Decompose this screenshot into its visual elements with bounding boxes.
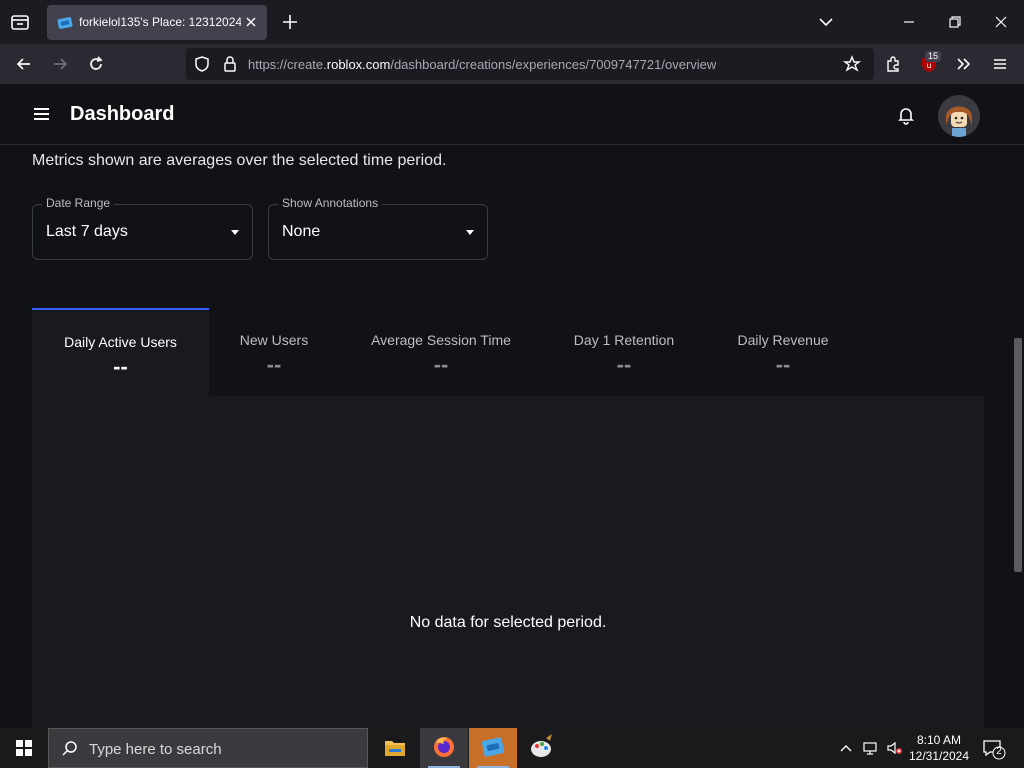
- tab-daily-revenue[interactable]: Daily Revenue --: [712, 308, 854, 396]
- url-prefix: https://create.: [248, 57, 327, 72]
- url-text: https://create.roblox.com/dashboard/crea…: [248, 57, 716, 72]
- minimize-icon[interactable]: [899, 12, 919, 32]
- tab-list-icon[interactable]: [8, 10, 32, 34]
- date-range-select[interactable]: Date Range Last 7 days: [32, 196, 253, 260]
- forward-arrow-icon[interactable]: [50, 54, 70, 74]
- caret-down-icon: [231, 230, 239, 235]
- lock-icon[interactable]: [220, 54, 240, 74]
- clock-date: 12/31/2024: [908, 749, 970, 763]
- roblox-studio-icon: [57, 15, 73, 31]
- menu-icon[interactable]: [990, 54, 1010, 74]
- notification-count: 2: [996, 746, 1002, 757]
- metric-name: Daily Active Users: [64, 334, 177, 350]
- extension-badge: 15: [925, 51, 942, 62]
- app-header: Dashboard: [0, 84, 1024, 145]
- tab-title: forkielol135's Place: 12312024_1: [79, 15, 241, 29]
- avatar[interactable]: [938, 95, 980, 137]
- address-bar[interactable]: https://create.roblox.com/dashboard/crea…: [186, 48, 874, 80]
- tab-day-1-retention[interactable]: Day 1 Retention --: [549, 308, 699, 396]
- annotations-select[interactable]: Show Annotations None: [268, 196, 488, 260]
- svg-text:u: u: [926, 61, 931, 70]
- chevron-down-icon[interactable]: [816, 12, 836, 32]
- os-taskbar: Type here to search 8:10 AM 12/31/2024 2: [0, 728, 1024, 768]
- window-close-icon[interactable]: [991, 12, 1011, 32]
- firefox-icon[interactable]: [420, 728, 468, 768]
- notification-center-icon[interactable]: 2: [982, 738, 1006, 760]
- metric-value: --: [266, 352, 282, 377]
- search-icon: [62, 741, 77, 756]
- metric-name: Day 1 Retention: [573, 332, 675, 348]
- page-content: Dashboard Metrics shown are averages ove…: [0, 84, 1024, 728]
- metric-name: Daily Revenue: [737, 332, 829, 348]
- volume-muted-icon[interactable]: [886, 740, 902, 756]
- metrics-note: Metrics shown are averages over the sele…: [32, 152, 447, 169]
- date-range-label: Date Range: [42, 196, 115, 210]
- taskbar-clock[interactable]: 8:10 AM 12/31/2024: [904, 732, 974, 764]
- tab-average-session-time[interactable]: Average Session Time --: [346, 308, 536, 396]
- bell-icon[interactable]: [896, 104, 916, 126]
- url-path: /dashboard/creations/experiences/7009747…: [390, 57, 717, 72]
- metric-value: --: [775, 352, 791, 377]
- caret-down-icon: [466, 230, 474, 235]
- url-host: roblox.com: [326, 57, 391, 72]
- overflow-chevrons-icon[interactable]: [954, 54, 974, 74]
- paint-icon[interactable]: [518, 728, 566, 768]
- taskbar-search-input[interactable]: Type here to search: [48, 728, 368, 768]
- restore-icon[interactable]: [945, 12, 965, 32]
- chart-area: [32, 396, 984, 728]
- metric-name: New Users: [239, 332, 309, 348]
- metric-value: --: [616, 352, 632, 377]
- metric-value: --: [113, 354, 128, 379]
- browser-tab-active[interactable]: forkielol135's Place: 12312024_1: [47, 5, 267, 40]
- empty-state-message: No data for selected period.: [409, 614, 607, 631]
- page-title: Dashboard: [70, 103, 175, 125]
- clock-time: 8:10 AM: [916, 733, 962, 747]
- tab-new-users[interactable]: New Users --: [209, 308, 339, 396]
- chevron-up-icon[interactable]: [838, 740, 854, 756]
- reload-icon[interactable]: [86, 54, 106, 74]
- metric-value: --: [433, 352, 449, 377]
- shield-icon[interactable]: [192, 54, 212, 74]
- search-placeholder: Type here to search: [89, 741, 222, 758]
- annotations-label: Show Annotations: [278, 196, 383, 210]
- browser-tabbar: forkielol135's Place: 12312024_1: [0, 0, 1024, 44]
- network-icon[interactable]: [862, 740, 878, 756]
- date-range-value: Last 7 days: [46, 223, 128, 240]
- file-explorer-icon[interactable]: [371, 728, 419, 768]
- page-scrollbar[interactable]: [1014, 338, 1022, 572]
- back-arrow-icon[interactable]: [14, 54, 34, 74]
- tab-daily-active-users[interactable]: Daily Active Users --: [32, 308, 209, 396]
- new-tab-icon[interactable]: [280, 12, 300, 32]
- browser-navbar: https://create.roblox.com/dashboard/crea…: [0, 44, 1024, 84]
- screen: forkielol135's Place: 12312024_1 https:/…: [0, 0, 1024, 768]
- annotations-value: None: [282, 223, 321, 240]
- metric-name: Average Session Time: [371, 332, 511, 348]
- extensions-icon[interactable]: [883, 54, 903, 74]
- star-icon[interactable]: [842, 54, 862, 74]
- roblox-studio-taskbar-icon[interactable]: [469, 728, 517, 768]
- windows-start-icon[interactable]: [0, 728, 48, 768]
- hamburger-menu-icon[interactable]: [33, 107, 51, 121]
- close-icon[interactable]: [243, 14, 259, 30]
